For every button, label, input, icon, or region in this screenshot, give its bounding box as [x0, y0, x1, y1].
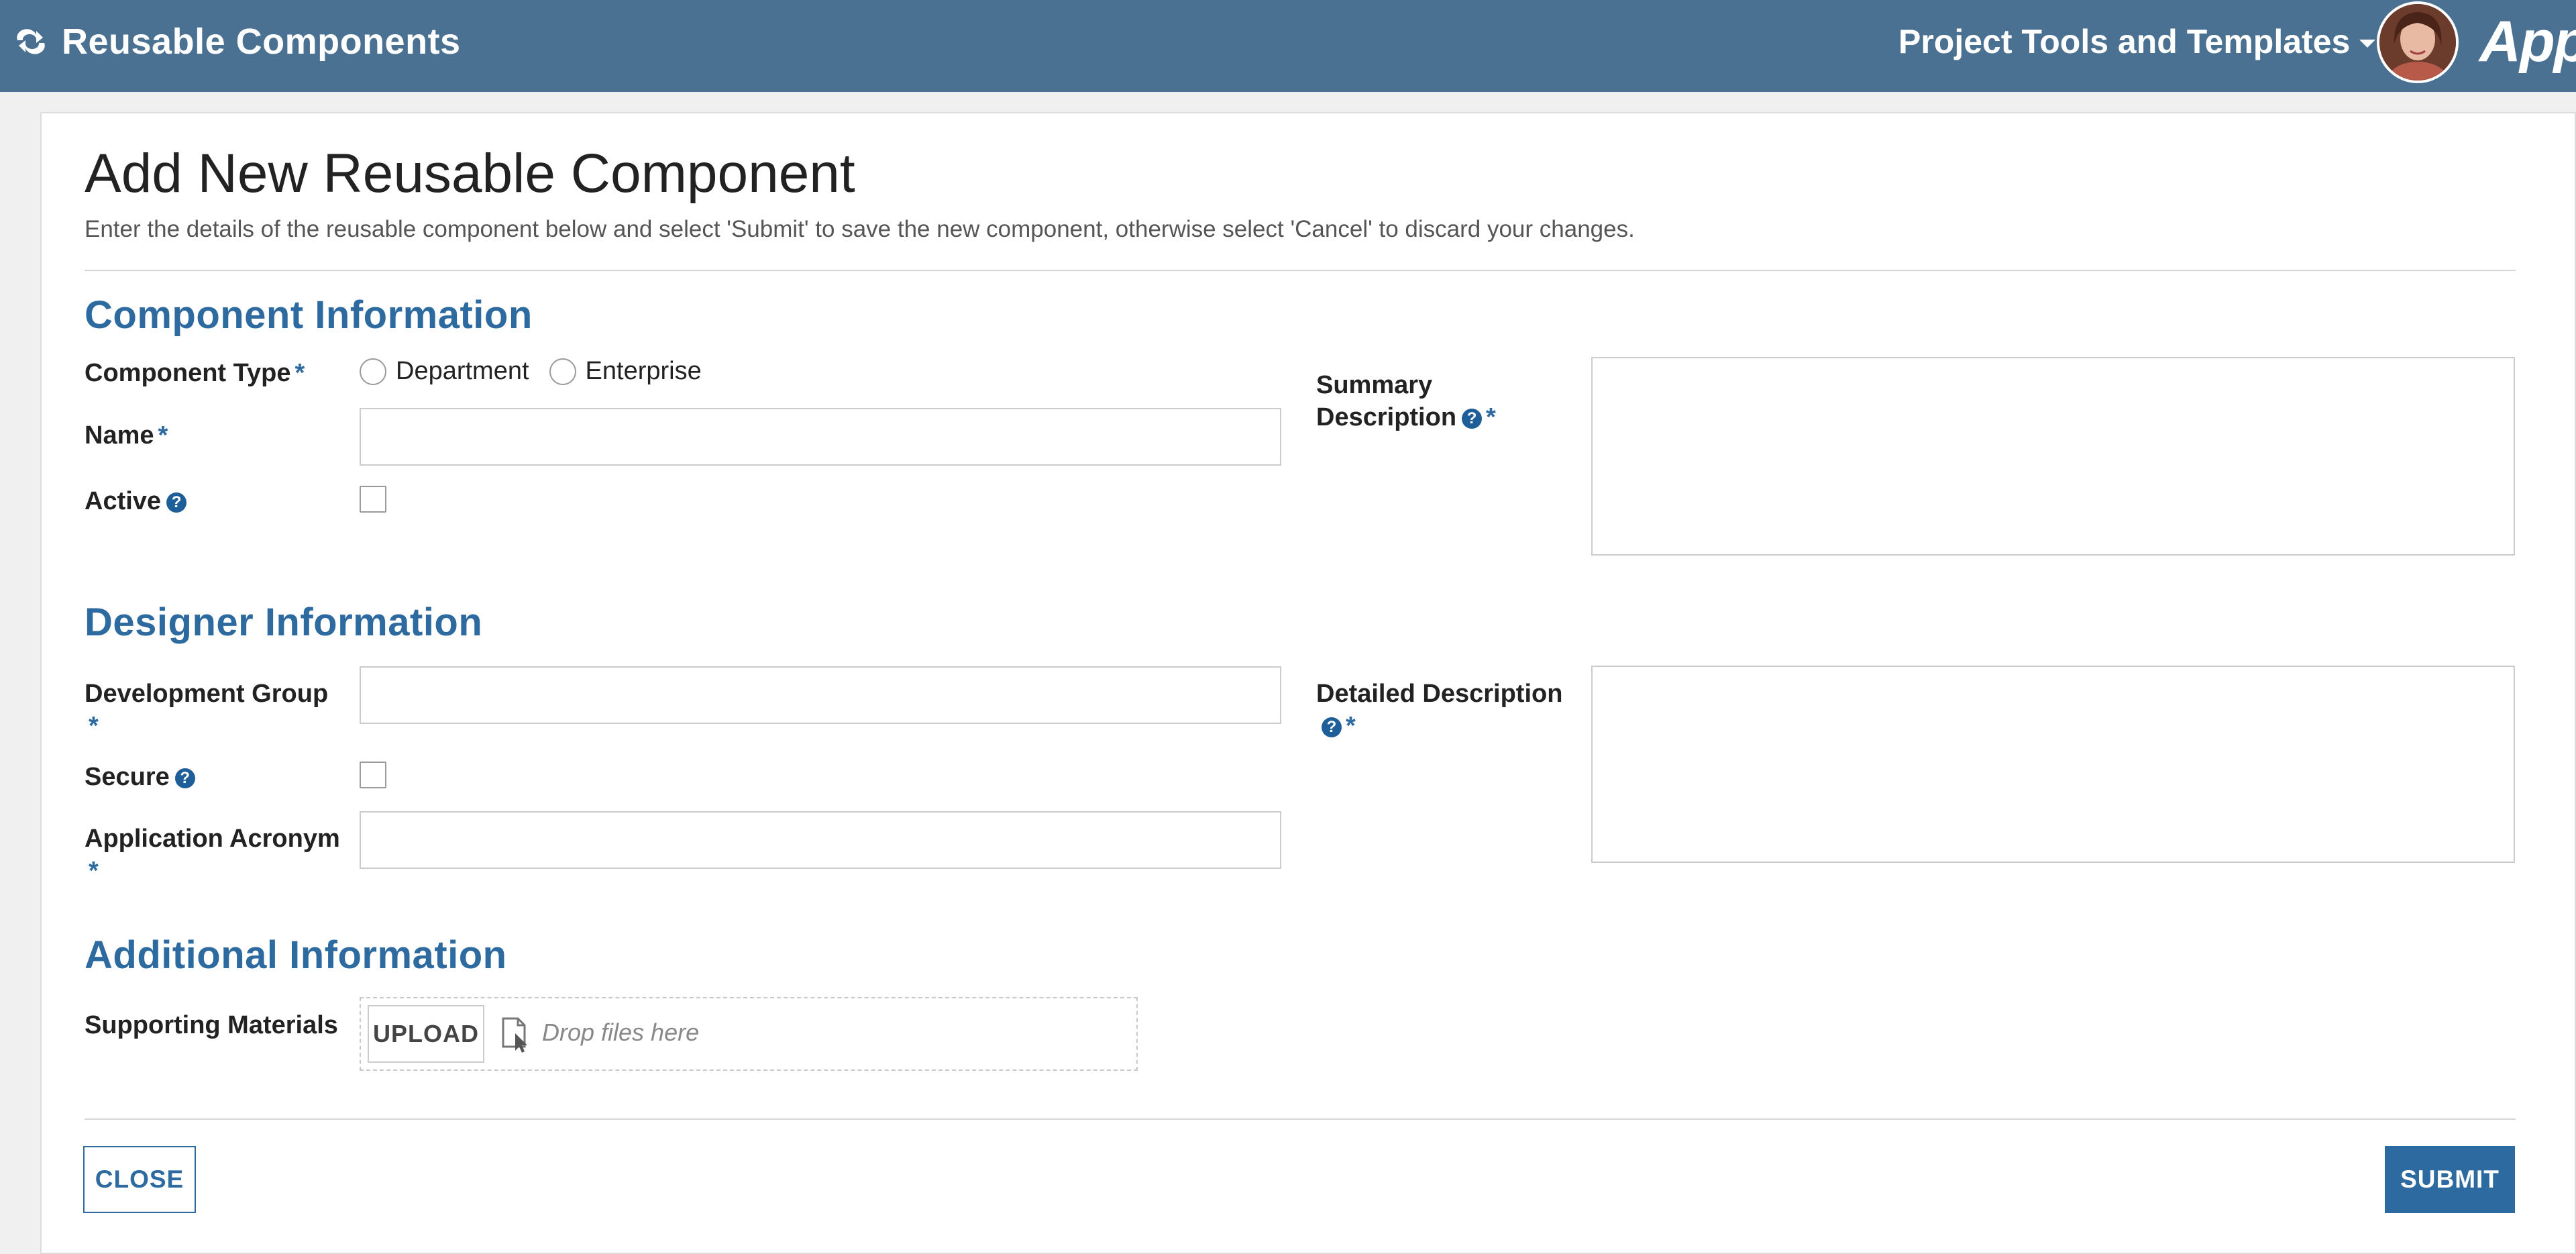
file-upload-dropzone[interactable]: UPLOAD Drop files here	[360, 997, 1138, 1071]
radio-department[interactable]: Department	[360, 357, 529, 386]
user-avatar[interactable]	[2377, 1, 2459, 83]
name-label: Name *	[85, 419, 168, 452]
supporting-materials-label: Supporting Materials	[85, 1011, 338, 1039]
submit-button[interactable]: SUBMIT	[2385, 1146, 2515, 1213]
radio-enterprise-label: Enterprise	[585, 357, 702, 385]
section-additional-information: Additional Information	[85, 933, 507, 977]
radio-department-label: Department	[396, 357, 529, 385]
application-acronym-label-text: Application Acronym	[85, 825, 340, 853]
page-description: Enter the details of the reusable compon…	[85, 216, 1635, 242]
appian-logo: Appia	[2479, 9, 2576, 74]
active-checkbox[interactable]	[360, 486, 386, 513]
radio-button[interactable]	[360, 358, 386, 385]
component-type-label: Component Type *	[85, 357, 305, 389]
summary-description-label: Summary Description? *	[1316, 369, 1496, 433]
drop-files-text: Drop files here	[542, 1018, 700, 1046]
app-title[interactable]: Reusable Components	[13, 0, 461, 83]
summary-description-label-line2: Description	[1316, 403, 1457, 431]
page-title: Add New Reusable Component	[85, 143, 855, 204]
question-circle-icon[interactable]: ?	[1462, 408, 1483, 429]
detailed-description-label-text: Detailed Description	[1316, 680, 1563, 708]
required-marker: *	[89, 712, 99, 740]
project-tools-menu[interactable]: Project Tools and Templates	[1898, 0, 2376, 83]
required-marker: *	[89, 857, 99, 885]
secure-checkbox[interactable]	[360, 762, 386, 788]
radio-enterprise[interactable]: Enterprise	[549, 357, 702, 386]
file-drop-icon	[502, 1017, 527, 1053]
project-tools-menu-label: Project Tools and Templates	[1898, 23, 2351, 60]
radio-button[interactable]	[549, 358, 576, 385]
divider	[85, 270, 2516, 271]
active-label: Active?	[85, 485, 187, 517]
avatar-photo	[2379, 4, 2456, 81]
required-marker: *	[1346, 712, 1356, 740]
application-acronym-input[interactable]	[360, 811, 1281, 869]
detailed-description-label: Detailed Description ? *	[1316, 678, 1562, 742]
chevron-down-icon	[2359, 40, 2376, 48]
section-component-information: Component Information	[85, 293, 533, 337]
secure-label-text: Secure	[85, 763, 170, 791]
required-marker: *	[158, 421, 168, 450]
summary-description-label-line1: Summary	[1316, 371, 1433, 399]
question-circle-icon[interactable]: ?	[1322, 717, 1342, 737]
section-designer-information: Designer Information	[85, 600, 483, 644]
active-label-text: Active	[85, 487, 162, 515]
name-input[interactable]	[360, 408, 1281, 466]
development-group-input[interactable]	[360, 666, 1281, 724]
refresh-arrows-icon	[17, 29, 45, 54]
component-type-radio-group: Department Enterprise	[360, 357, 722, 386]
required-marker: *	[1486, 403, 1496, 431]
development-group-label-text: Development Group	[85, 680, 329, 708]
summary-description-textarea[interactable]	[1591, 357, 2515, 556]
upload-button[interactable]: UPLOAD	[368, 1005, 484, 1063]
name-label-text: Name	[85, 421, 154, 450]
secure-label: Secure?	[85, 761, 195, 793]
close-button[interactable]: CLOSE	[83, 1146, 196, 1213]
component-type-label-text: Component Type	[85, 359, 291, 387]
question-circle-icon[interactable]: ?	[174, 768, 195, 788]
top-header: Reusable Components Project Tools and Te…	[0, 0, 2576, 92]
detailed-description-textarea[interactable]	[1591, 666, 2515, 863]
application-acronym-label: Application Acronym *	[85, 823, 340, 887]
question-circle-icon[interactable]: ?	[166, 492, 187, 513]
divider	[85, 1118, 2516, 1120]
required-marker: *	[294, 359, 305, 387]
app-title-text: Reusable Components	[62, 21, 461, 62]
development-group-label: Development Group *	[85, 678, 328, 742]
